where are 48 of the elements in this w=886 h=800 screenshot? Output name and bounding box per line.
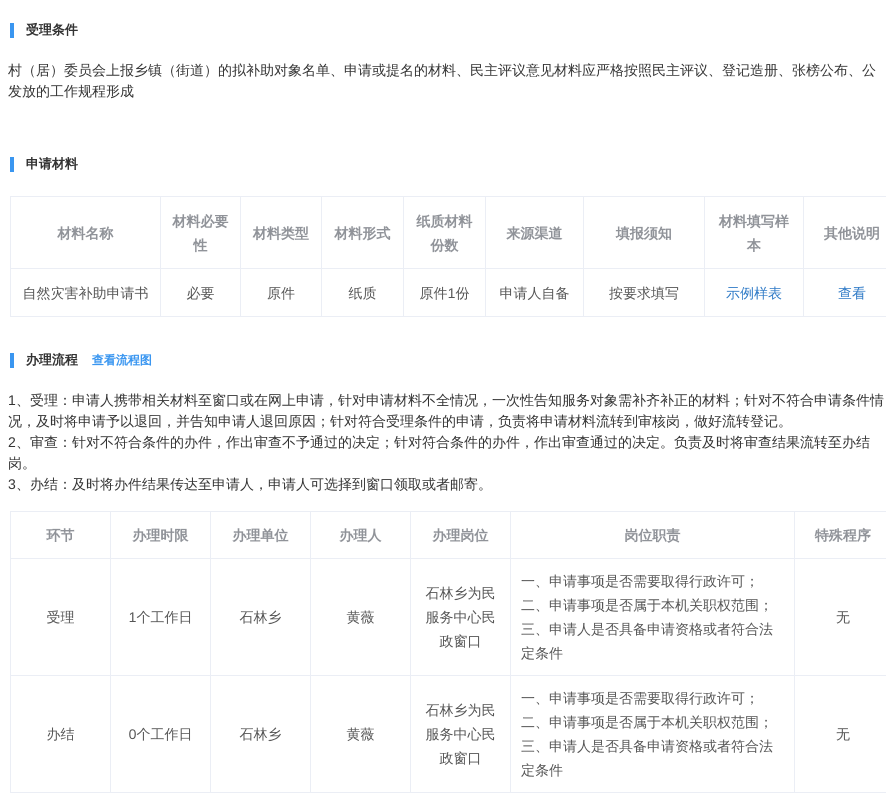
table-cell: 自然灾害补助申请书	[10, 268, 160, 316]
table-cell: 按要求填写	[584, 268, 704, 316]
paragraph: 1、受理：申请人携带相关材料至窗口或在网上申请，针对申请材料不全情况，一次性告知服务对象需补齐补正的材料；针对不符合申请条件情 况，及时将申请予以退回，并告知申请人退回原因；针对符合受理条件的申请，负责将申请材料流转到审核岗，做好流转登记。	[8, 391, 884, 431]
section-title: 办理流程	[26, 351, 78, 369]
flowchart-link[interactable]: 查看流程图	[92, 352, 152, 368]
sample-link[interactable]: 示例样表	[726, 284, 782, 300]
column-header: 材料形式	[322, 196, 404, 268]
table-cell: 必要	[160, 268, 240, 316]
column-header: 材料填写样本	[704, 196, 804, 268]
column-header: 办理人	[310, 512, 410, 558]
column-header: 办理单位	[210, 512, 310, 558]
column-header: 材料类型	[240, 196, 322, 268]
section-marker	[10, 352, 14, 368]
paragraph: 3、办结：及时将办件结果传达至申请人，申请人可选择到窗口领取或者邮寄。	[8, 475, 492, 494]
section-title: 受理条件	[26, 21, 78, 39]
table-cell: 石林乡	[210, 558, 310, 676]
table-cell: 纸质	[322, 268, 404, 316]
table-cell: 黄薇	[310, 676, 410, 792]
column-header: 其他说明	[804, 196, 886, 268]
column-header: 来源渠道	[486, 196, 584, 268]
column-header: 材料必要性	[160, 196, 240, 268]
column-header: 纸质材料份数	[404, 196, 486, 268]
table-cell: 石林乡	[210, 676, 310, 792]
column-header: 岗位职责	[510, 512, 794, 558]
table-cell: 1个工作日	[110, 558, 210, 676]
column-header: 材料名称	[10, 196, 160, 268]
table-cell: 申请人自备	[486, 268, 584, 316]
table-cell: 黄薇	[310, 558, 410, 676]
table-cell: 原件1份	[404, 268, 486, 316]
paragraph: 村（居）委员会上报乡镇（街道）的拟补助对象名单、申请或提名的材料、民主评议意见材料应严格按照民主评议、登记造册、张榜公布、公 发放的工作规程形成	[8, 61, 876, 101]
section-marker	[10, 22, 14, 38]
table-cell: 石林乡为民服务中心民政窗口	[410, 558, 510, 676]
column-header: 办理岗位	[410, 512, 510, 558]
paragraph: 2、审查：针对不符合条件的办件，作出审查不予通过的决定；针对符合条件的办件，作出审查通过的决定。负责及时将审查结果流转至办结 岗。	[8, 433, 870, 473]
table-cell: 一、申请事项是否需要取得行政许可； 二、申请事项是否属于本机关职权范围； 三、申请人是否具备申请资格或者符合法定条件	[510, 676, 794, 792]
table-cell: 受理	[10, 558, 110, 676]
column-header: 办理时限	[110, 512, 210, 558]
table-cell: 一、申请事项是否需要取得行政许可； 二、申请事项是否属于本机关职权范围； 三、申请人是否具备申请资格或者符合法定条件	[510, 558, 794, 676]
sample-link[interactable]: 查看	[838, 284, 866, 300]
column-header: 填报须知	[584, 196, 704, 268]
column-header: 环节	[10, 512, 110, 558]
section-title: 申请材料	[26, 155, 78, 173]
table-cell: 办结	[10, 676, 110, 792]
table-cell: 0个工作日	[110, 676, 210, 792]
column-header: 特殊程序	[794, 512, 886, 558]
table-cell: 石林乡为民服务中心民政窗口	[410, 676, 510, 792]
section-marker	[10, 156, 14, 172]
table-cell: 原件	[240, 268, 322, 316]
